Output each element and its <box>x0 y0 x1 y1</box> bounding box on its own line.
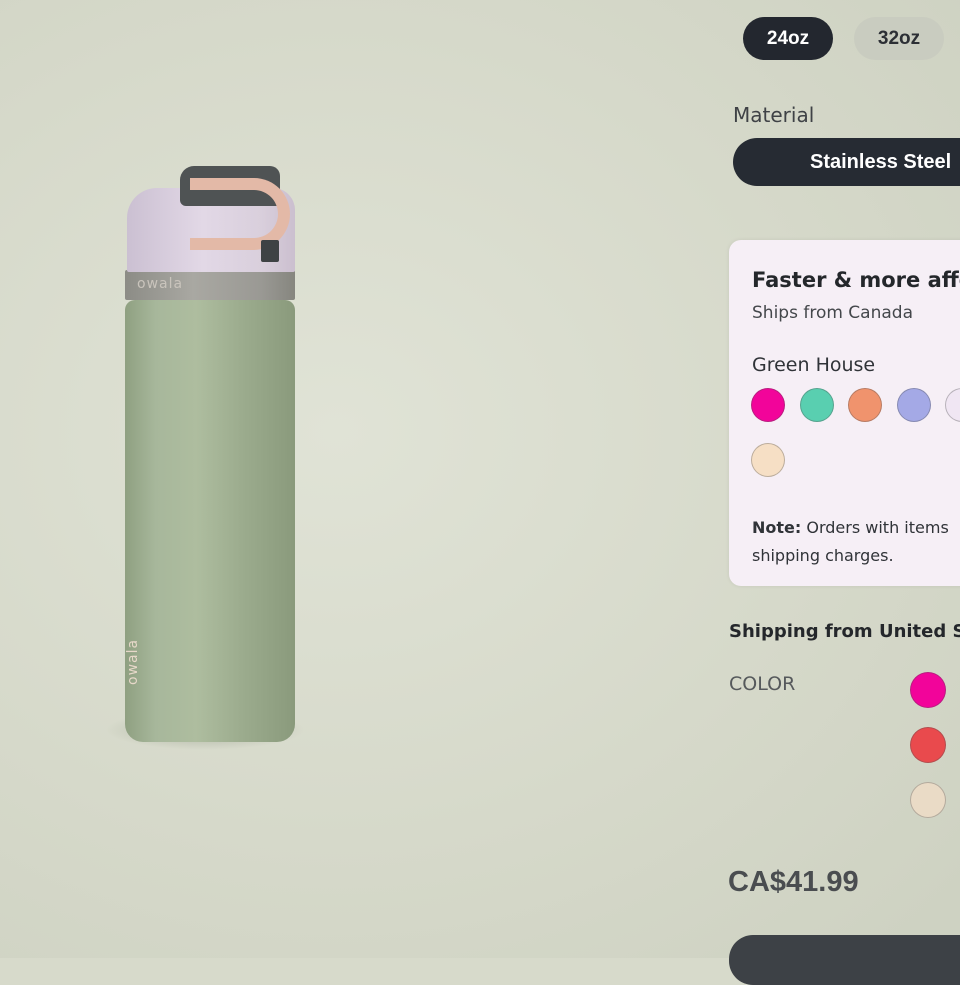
promo-swatch-6[interactable] <box>751 443 785 477</box>
material-label: Material <box>733 103 815 127</box>
promo-note: Note: Orders with items shipping charges… <box>752 514 949 570</box>
size-option-32oz[interactable]: 32oz <box>854 17 944 60</box>
color-swatch-3[interactable] <box>910 782 946 818</box>
price: CA$41.99 <box>728 866 859 898</box>
add-to-cart-button[interactable] <box>729 935 960 985</box>
promo-swatch-2[interactable] <box>800 388 834 422</box>
promo-note-line1: Orders with items <box>801 518 949 537</box>
size-option-24oz[interactable]: 24oz <box>743 17 833 60</box>
promo-swatch-1[interactable] <box>751 388 785 422</box>
promo-swatch-4[interactable] <box>897 388 931 422</box>
color-swatch-2[interactable] <box>910 727 946 763</box>
promo-note-line2: shipping charges. <box>752 546 894 565</box>
bottle-band-logo: owala <box>137 276 184 292</box>
product-image: owala owala <box>95 150 325 770</box>
promo-swatch-3[interactable] <box>848 388 882 422</box>
color-label: COLOR <box>729 673 796 695</box>
bottle-body-logo: owala <box>125 638 141 685</box>
bottle-body <box>125 300 295 742</box>
promo-note-label: Note: <box>752 518 802 537</box>
shipping-title: Shipping from United St <box>729 621 960 642</box>
color-swatch-1[interactable] <box>910 672 946 708</box>
promo-card-title: Faster & more affo <box>752 268 960 292</box>
promo-color-name: Green House <box>752 354 876 376</box>
bottle-clip <box>261 240 279 262</box>
promo-card-subtitle: Ships from Canada <box>752 303 913 323</box>
material-option-stainless-steel[interactable]: Stainless Steel <box>733 138 960 186</box>
